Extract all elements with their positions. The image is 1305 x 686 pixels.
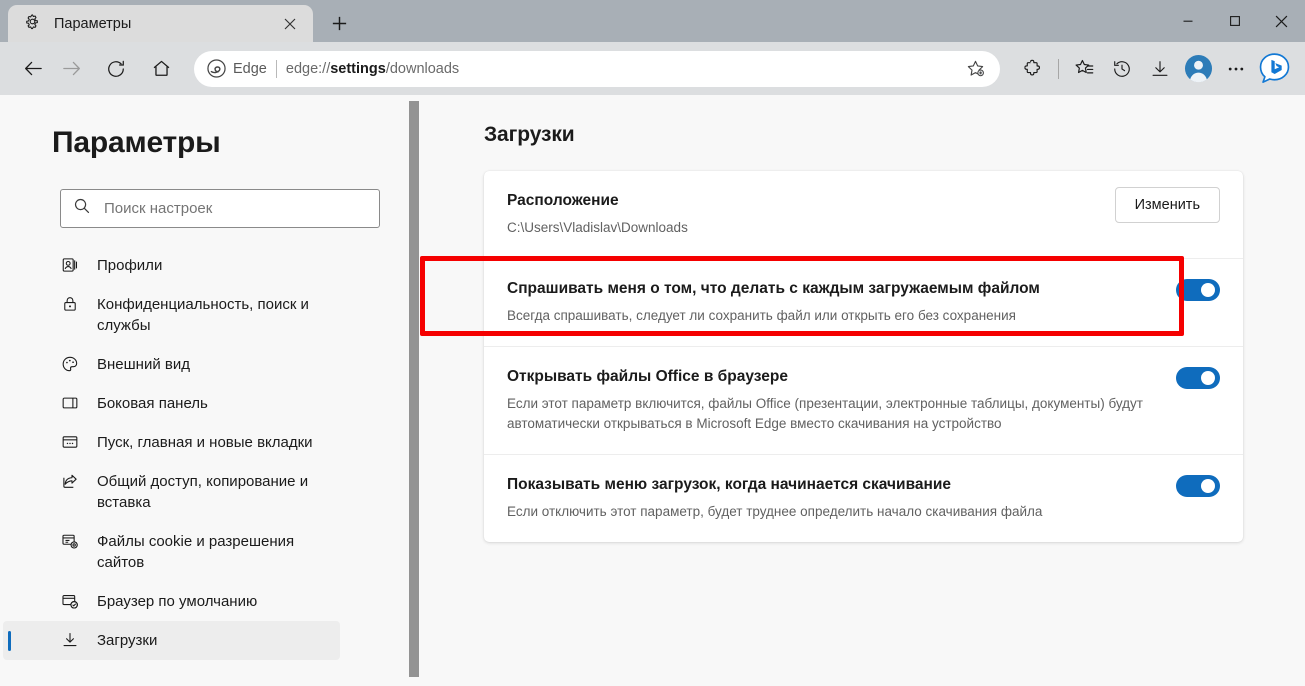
omnibox-divider	[275, 59, 277, 78]
content-title: Загрузки	[484, 123, 575, 146]
open-office-files-toggle[interactable]	[1176, 367, 1220, 389]
forward-button[interactable]	[52, 50, 90, 88]
share-icon	[60, 471, 80, 490]
sidebar-item-privacy[interactable]: Конфиденциальность, поиск и службы	[3, 285, 340, 345]
palette-icon	[60, 354, 80, 373]
toolbar-divider	[1058, 58, 1059, 79]
browser-tab[interactable]: Параметры	[8, 5, 313, 42]
sidebar-item-cookies-permissions[interactable]: Файлы cookie и разрешения сайтов	[3, 522, 340, 582]
setting-description: Если отключить этот параметр, будет труд…	[507, 504, 1043, 519]
new-tab-button[interactable]	[322, 6, 356, 40]
url-path: /downloads	[385, 60, 460, 77]
window-controls	[1164, 0, 1305, 42]
sidebar-item-label: Браузер по умолчанию	[97, 593, 258, 610]
edge-label: Edge	[233, 60, 267, 77]
more-options-icon[interactable]	[1217, 50, 1255, 88]
search-input[interactable]	[104, 200, 367, 217]
history-icon[interactable]	[1103, 50, 1141, 88]
extensions-icon[interactable]	[1014, 50, 1052, 88]
add-favorite-icon[interactable]	[960, 54, 990, 84]
url-text: edge://settings/downloads	[286, 61, 951, 77]
sidebar-item-label: Пуск, главная и новые вкладки	[97, 434, 313, 451]
downloads-icon[interactable]	[1141, 50, 1179, 88]
setting-row-open-office-files: Открывать файлы Office в браузере Если э…	[484, 346, 1243, 454]
cookie-permissions-icon	[60, 531, 80, 550]
page-title: Параметры	[52, 126, 221, 159]
settings-page: Параметры Поиск настроек Профили Конфиде…	[0, 95, 1305, 686]
setting-text: Показывать меню загрузок, когда начинает…	[507, 474, 1160, 522]
title-bar: Параметры	[0, 0, 1305, 42]
url-domain: settings	[330, 60, 386, 77]
close-window-button[interactable]	[1258, 0, 1305, 42]
back-button[interactable]	[14, 50, 52, 88]
sidebar-item-label: Общий доступ, копирование и вставка	[97, 473, 309, 511]
browser-window: Параметры Edge edge://settings/downloads…	[0, 0, 1305, 686]
profile-icon	[60, 255, 80, 274]
setting-description: Если этот параметр включится, файлы Offi…	[507, 396, 1143, 431]
download-icon	[60, 630, 80, 649]
sidebar-item-sidebar[interactable]: Боковая панель	[3, 384, 340, 423]
sidebar-item-label: Файлы cookie и разрешения сайтов	[97, 533, 295, 571]
sidebar-item-label: Конфиденциальность, поиск и службы	[97, 296, 309, 334]
refresh-button[interactable]	[97, 50, 135, 88]
edge-logo-icon: Edge	[207, 59, 267, 78]
url-prefix: edge://	[285, 60, 331, 77]
setting-row-location: Расположение C:\Users\Vladislav\Download…	[484, 171, 1243, 258]
tab-title: Параметры	[54, 15, 132, 32]
settings-content: Загрузки Расположение C:\Users\Vladislav…	[410, 95, 1305, 686]
setting-description: Всегда спрашивать, следует ли сохранить …	[507, 308, 1016, 323]
downloads-settings-card: Расположение C:\Users\Vladislav\Download…	[484, 171, 1243, 542]
sidebar-item-label: Внешний вид	[97, 356, 190, 373]
lock-icon	[60, 294, 80, 313]
sidebar-item-label: Профили	[97, 257, 163, 274]
setting-title: Открывать файлы Office в браузере	[507, 368, 788, 385]
show-downloads-menu-toggle[interactable]	[1176, 475, 1220, 497]
setting-row-show-downloads-menu: Показывать меню загрузок, когда начинает…	[484, 454, 1243, 542]
sidebar-nav-list: Профили Конфиденциальность, поиск и служ…	[0, 246, 410, 660]
setting-text: Расположение C:\Users\Vladislav\Download…	[507, 190, 1099, 238]
sidebar-item-label: Загрузки	[97, 632, 158, 649]
sidebar-item-profiles[interactable]: Профили	[3, 246, 340, 285]
collections-icon[interactable]	[1065, 50, 1103, 88]
setting-row-ask-where-to-save: Спрашивать меня о том, что делать с кажд…	[484, 258, 1243, 346]
sidebar-item-label: Боковая панель	[97, 395, 208, 412]
setting-text: Открывать файлы Office в браузере Если э…	[507, 366, 1160, 434]
setting-title: Показывать меню загрузок, когда начинает…	[507, 476, 952, 493]
sidebar-item-share-copy-paste[interactable]: Общий доступ, копирование и вставка	[3, 462, 340, 522]
search-settings-box[interactable]	[60, 189, 380, 228]
settings-gear-icon	[24, 13, 41, 35]
profile-avatar[interactable]	[1179, 50, 1217, 88]
address-bar[interactable]: Edge edge://settings/downloads	[194, 50, 1000, 87]
settings-sidebar: Параметры Поиск настроек Профили Конфиде…	[0, 95, 419, 686]
sidebar-scrollbar[interactable]	[409, 101, 419, 677]
maximize-button[interactable]	[1211, 0, 1258, 42]
setting-title: Расположение	[507, 192, 619, 209]
search-icon	[73, 197, 91, 220]
sidebar-item-start-home-newtabs[interactable]: Пуск, главная и новые вкладки	[3, 423, 340, 462]
sidebar-item-default-browser[interactable]: Браузер по умолчанию	[3, 582, 340, 621]
browser-toolbar: Edge edge://settings/downloads	[0, 42, 1305, 95]
sidebar-item-downloads[interactable]: Загрузки	[3, 621, 340, 660]
change-location-button[interactable]: Изменить	[1114, 187, 1220, 223]
setting-text: Спрашивать меня о том, что делать с кажд…	[507, 278, 1160, 326]
start-page-icon	[60, 432, 80, 451]
default-browser-icon	[60, 591, 80, 610]
setting-title: Спрашивать меня о том, что делать с кажд…	[507, 280, 1040, 297]
close-icon[interactable]	[277, 11, 303, 37]
bing-chat-icon[interactable]	[1255, 50, 1293, 88]
sidebar-item-appearance[interactable]: Внешний вид	[3, 345, 340, 384]
sidebar-icon	[60, 393, 80, 412]
minimize-button[interactable]	[1164, 0, 1211, 42]
setting-value: C:\Users\Vladislav\Downloads	[507, 220, 688, 235]
ask-where-to-save-toggle[interactable]	[1176, 279, 1220, 301]
home-button[interactable]	[142, 50, 180, 88]
